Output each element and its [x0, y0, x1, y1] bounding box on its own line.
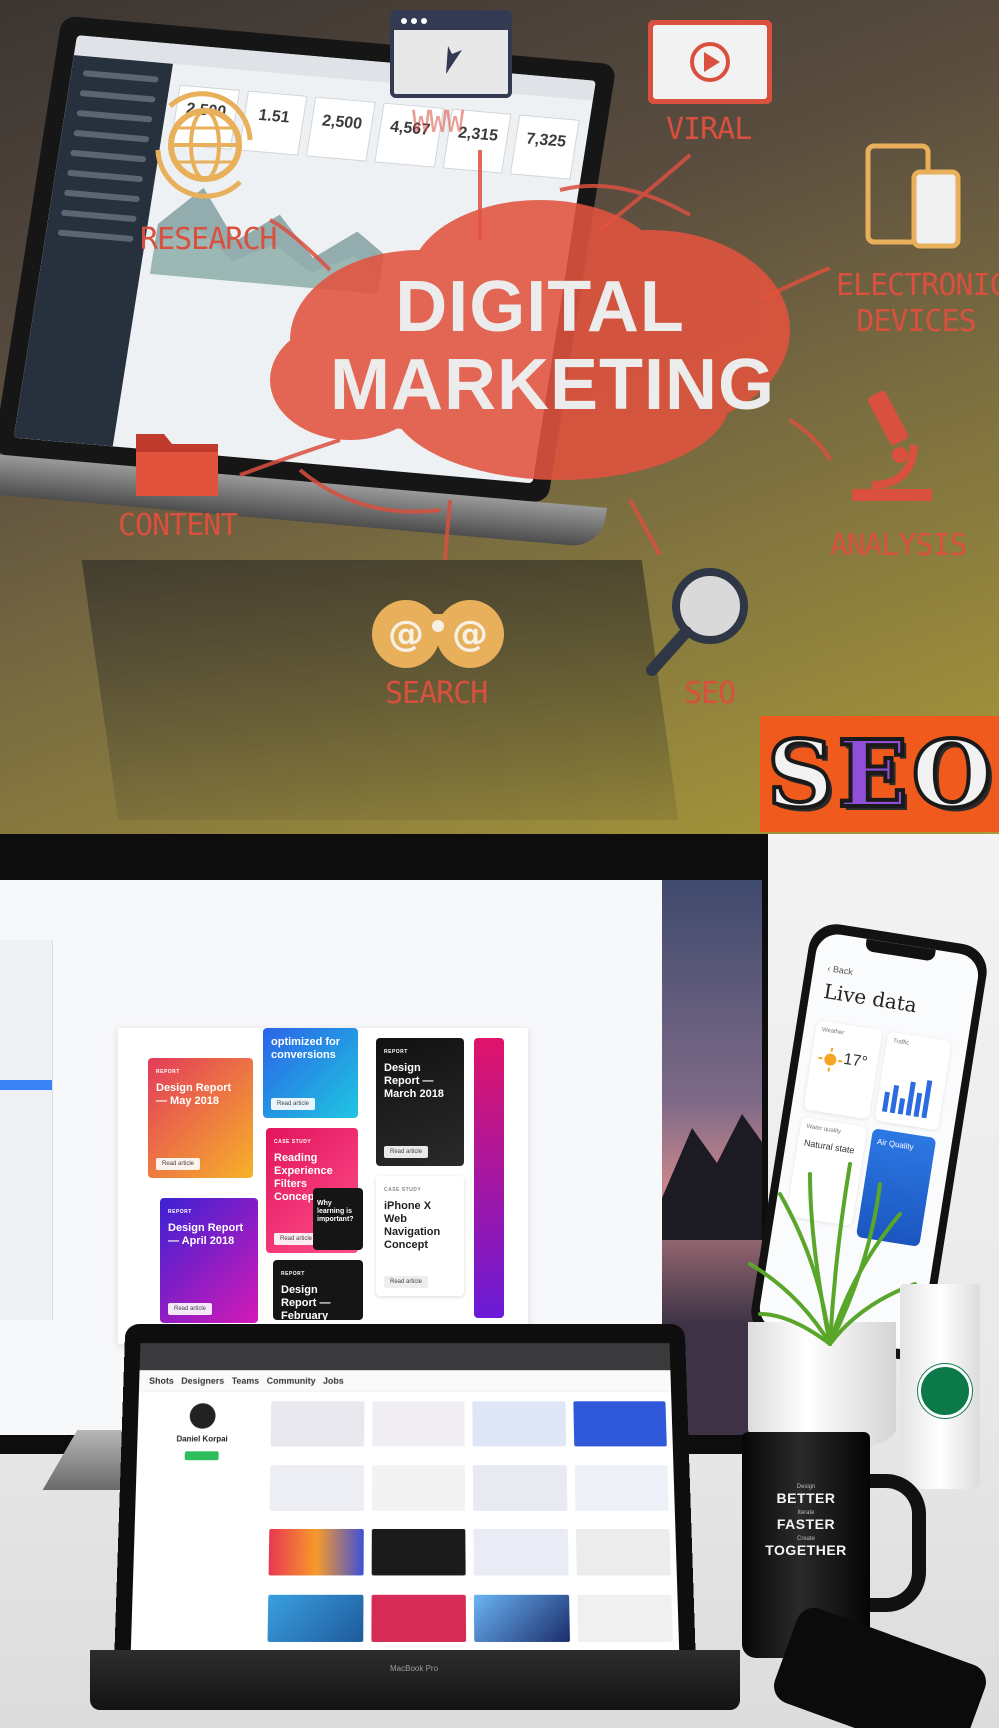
card-iphone-x: CASE STUDY iPhone X Web Navigation Conce… — [376, 1176, 464, 1296]
workspace-photo: REPORT Design Report — May 2018 Read art… — [0, 834, 999, 1728]
card-february-2018: REPORT Design Report — February 2018 — [273, 1260, 363, 1335]
shot-thumbnail[interactable] — [472, 1401, 566, 1447]
plant-leaves — [748, 1162, 917, 1346]
macbook: Shots Designers Teams Community Jobs Dan… — [90, 1320, 740, 1728]
digital-marketing-photo: 2,500 1.51 2,500 4,567 2,315 7,325 DIGIT… — [0, 0, 999, 834]
shots-grid — [267, 1401, 673, 1652]
shot-thumbnail[interactable] — [472, 1464, 567, 1511]
folder-icon — [136, 434, 218, 496]
profile-name: Daniel Korpai — [176, 1434, 228, 1444]
card-may-2018: REPORT Design Report — May 2018 Read art… — [148, 1058, 253, 1178]
card-conversions: optimized for conversions Read article — [263, 1028, 358, 1118]
dribbble-profile-screen: Shots Designers Teams Community Jobs Dan… — [130, 1343, 680, 1653]
water-label: Water quality — [806, 1123, 842, 1136]
digital-marketing-title: DIGITAL MARKETING — [330, 267, 775, 425]
traffic-card[interactable]: Traffic — [874, 1031, 952, 1131]
nav-community[interactable]: Community — [267, 1376, 316, 1386]
shot-thumbnail[interactable] — [576, 1594, 673, 1642]
shot-thumbnail[interactable] — [269, 1464, 364, 1511]
orbit-arc — [298, 468, 441, 514]
phone-notch — [864, 938, 936, 962]
video-play-icon — [648, 20, 772, 104]
shot-thumbnail[interactable] — [270, 1401, 364, 1447]
temperature: 17° — [842, 1050, 869, 1072]
nav-designers[interactable]: Designers — [181, 1376, 224, 1386]
arrow-research — [269, 218, 332, 272]
seo-letter-o: O — [910, 718, 994, 830]
browser-window-icon — [390, 10, 512, 98]
svg-text:@: @ — [388, 614, 424, 655]
shot-thumbnail[interactable] — [371, 1401, 465, 1447]
globe-icon — [155, 91, 253, 199]
back-button[interactable]: ‹ Back — [827, 963, 854, 977]
card-april-2018: REPORT Design Report — April 2018 Read a… — [160, 1198, 258, 1323]
shot-thumbnail[interactable] — [268, 1528, 364, 1576]
arrow-seo — [628, 499, 662, 556]
arrow-analysis — [788, 418, 832, 461]
title-line-1: DIGITAL — [395, 267, 685, 347]
traffic-label: Traffic — [892, 1038, 910, 1047]
macbook-base — [90, 1650, 740, 1710]
macbook-label: MacBook Pro — [390, 1664, 439, 1673]
shot-thumbnail[interactable] — [267, 1594, 363, 1642]
label-electronic-devices: ELECTRONIC DEVICES — [836, 268, 999, 339]
binoculars-icon: @ @ — [372, 600, 504, 668]
arrow-content — [239, 438, 341, 477]
read-article-button[interactable]: Read article — [271, 1098, 316, 1110]
bar-chart-icon — [881, 1080, 933, 1119]
shot-thumbnail[interactable] — [473, 1528, 569, 1576]
read-article-button[interactable]: Read article — [168, 1303, 213, 1315]
profile-sidebar: Daniel Korpai — [141, 1403, 257, 1644]
design-artboard: REPORT Design Report — May 2018 Read art… — [118, 1028, 528, 1344]
arrow-search — [443, 499, 452, 561]
label-viral: VIRAL — [666, 112, 752, 147]
title-line-2: MARKETING — [330, 345, 775, 425]
svg-text:@: @ — [452, 614, 488, 655]
layers-panel — [0, 940, 53, 1320]
shot-thumbnail[interactable] — [575, 1528, 671, 1576]
mug-print: Design BETTER Iterate FASTER Create TOGE… — [765, 1484, 847, 1558]
nav-teams[interactable]: Teams — [232, 1376, 260, 1386]
shot-thumbnail[interactable] — [572, 1401, 667, 1447]
avatar — [189, 1403, 216, 1429]
phone-face-down — [768, 1602, 992, 1728]
read-article-button[interactable]: Read article — [156, 1158, 201, 1170]
card-march-2018: REPORT Design Report — March 2018 Read a… — [376, 1038, 464, 1166]
shot-thumbnail[interactable] — [371, 1464, 466, 1511]
label-content: CONTENT — [118, 508, 238, 543]
site-nav: Shots Designers Teams Community Jobs — [138, 1370, 672, 1392]
label-research: RESEARCH — [140, 222, 277, 257]
nav-shots[interactable]: Shots — [149, 1376, 174, 1386]
label-www: WWW — [412, 105, 464, 140]
shot-thumbnail[interactable] — [574, 1464, 669, 1511]
starbucks-logo — [918, 1364, 972, 1418]
seo-letter-s: S — [765, 718, 835, 830]
card-why-learning: Why learning is important? — [313, 1188, 363, 1250]
screen-title: Live data — [822, 978, 919, 1018]
devices-icon — [865, 143, 961, 249]
seo-logo: S E O — [760, 716, 999, 832]
label-seo: SEO — [684, 676, 736, 711]
weather-label: Weather — [821, 1027, 845, 1037]
shot-thumbnail[interactable] — [370, 1594, 467, 1642]
browser-toolbar — [139, 1343, 671, 1371]
read-article-button[interactable]: Read article — [274, 1233, 319, 1245]
shot-thumbnail[interactable] — [371, 1528, 466, 1576]
label-analysis: ANALYSIS — [830, 528, 967, 563]
air-label: Air Quality — [876, 1137, 915, 1152]
sun-icon — [818, 1047, 843, 1072]
follow-button[interactable] — [184, 1451, 219, 1461]
read-article-button[interactable]: Read article — [384, 1276, 429, 1288]
weather-card[interactable]: Weather 17° — [803, 1020, 883, 1120]
read-article-button[interactable]: Read article — [384, 1146, 429, 1158]
label-search: SEARCH — [385, 676, 488, 711]
macbook-screen-frame: Shots Designers Teams Community Jobs Dan… — [114, 1323, 696, 1653]
microscope-icon — [852, 390, 932, 501]
shot-thumbnail[interactable] — [473, 1594, 570, 1642]
seo-letter-e: E — [836, 718, 910, 830]
magnifier-icon — [646, 568, 748, 676]
nav-jobs[interactable]: Jobs — [323, 1376, 344, 1386]
card-partial-column — [474, 1038, 504, 1318]
